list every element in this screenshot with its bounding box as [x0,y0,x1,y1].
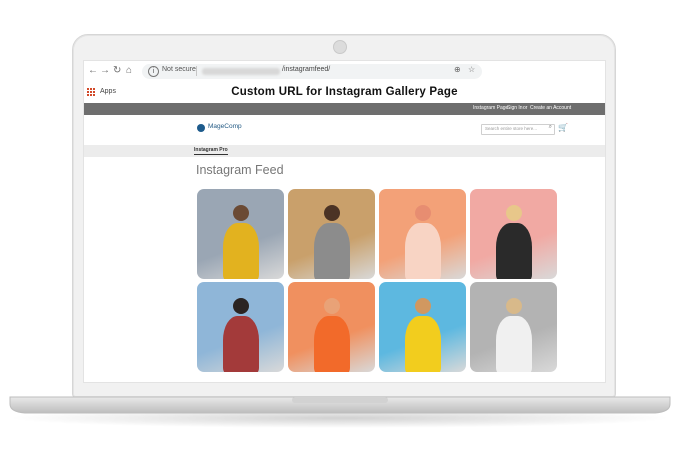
store-header: MageComp Search entire store here... ⌕ 🛒 [84,115,605,145]
create-account-link[interactable]: Create an Account [530,105,571,111]
bookmarks-bar: Apps Custom URL for Instagram Gallery Pa… [84,83,605,103]
bookmark-star-icon[interactable]: ☆ [468,65,475,74]
browser-toolbar: ← → ↻ ⌂ i Not secure /instagramfeed/ ⊕ ☆ [84,61,605,83]
store-logo[interactable]: MageComp [208,123,242,130]
category-nav: Instagram Pro [84,145,605,157]
cart-icon[interactable]: 🛒 [558,123,568,132]
photo-subject-head [506,205,522,221]
webcam-icon [333,40,347,54]
photo-subject-head [415,298,431,314]
top-links-bar: Instagram Page Sign In or Create an Acco… [84,103,605,115]
page-title: Instagram Feed [196,163,284,177]
photo-subject-body [496,316,532,372]
photo-subject-head [324,298,340,314]
photo-woman-checked-coat[interactable] [288,189,375,279]
magecomp-logo-icon[interactable] [197,124,205,132]
photo-subject-head [233,298,249,314]
photo-subject-body [223,223,259,279]
forward-arrow-icon[interactable]: → [100,65,110,77]
photo-subject-body [405,316,441,372]
instagram-page-link[interactable]: Instagram Page [473,105,508,111]
overlay-caption: Custom URL for Instagram Gallery Page [231,86,458,98]
photo-woman-skeleton-tee[interactable] [470,189,557,279]
photo-orange-tinted-street[interactable] [288,282,375,372]
search-placeholder: Search entire store here... [485,126,538,131]
photo-subject-body [314,223,350,279]
instagram-gallery [197,189,559,379]
photo-woman-red-coat[interactable] [197,282,284,372]
photo-subject-body [496,223,532,279]
reload-icon[interactable]: ↻ [113,65,121,77]
photo-subject-head [506,298,522,314]
photo-men-yellow-suit[interactable] [197,189,284,279]
url-path: /instagramfeed/ [282,66,331,73]
address-bar[interactable]: i Not secure /instagramfeed/ ⊕ ☆ [142,64,482,79]
search-input[interactable]: Search entire store here... ⌕ [481,124,555,135]
photo-subject-head [324,205,340,221]
photo-woman-yellow-tracksuit[interactable] [379,282,466,372]
back-arrow-icon[interactable]: ← [88,65,98,77]
sign-in-link[interactable]: Sign In [507,105,523,111]
photo-subject-head [233,205,249,221]
photo-subject-body [405,223,441,279]
browser-screen: ← → ↻ ⌂ i Not secure /instagramfeed/ ⊕ ☆… [83,60,606,383]
or-text: or [523,105,528,111]
url-divider [196,66,197,76]
photo-woman-glasses-cafe[interactable] [470,282,557,372]
photo-subject-head [415,205,431,221]
zoom-icon[interactable]: ⊕ [454,65,461,74]
home-icon[interactable]: ⌂ [126,65,132,77]
photo-subject-body [314,316,350,372]
info-icon[interactable]: i [148,66,159,77]
not-secure-label: Not secure [162,66,196,73]
photo-subject-body [223,316,259,372]
blurred-domain [202,68,280,75]
search-icon[interactable]: ⌕ [549,124,552,131]
photo-orange-tinted-shirt[interactable] [379,189,466,279]
nav-tab-instagram-pro[interactable]: Instagram Pro [194,147,228,155]
